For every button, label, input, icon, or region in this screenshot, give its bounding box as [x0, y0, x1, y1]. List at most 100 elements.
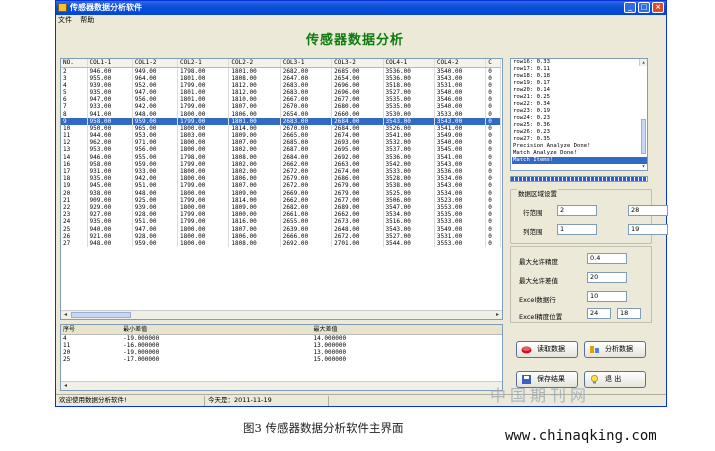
column-header[interactable]: 最大差值 [311, 325, 502, 335]
table-row[interactable]: 24 935.00 951.00 1799.00 1816.00 2655.00 2673.… [61, 218, 501, 226]
log-line[interactable]: row21: 0.25 [512, 94, 647, 101]
table-row[interactable]: 19 945.00 951.00 1799.00 1807.00 2672.00 2679.… [61, 182, 501, 190]
table-row[interactable]: 27 948.00 959.00 1800.00 1808.00 2692.00 2701.… [61, 239, 501, 247]
analyze-data-button[interactable]: 分析数据 [584, 341, 646, 358]
table-cell: 13 [61, 146, 88, 154]
precision-field[interactable]: 0.4 [587, 253, 627, 264]
table-row[interactable]: 9 958.00 959.00 1799.00 1801.00 2683.00 2684.0… [61, 117, 501, 125]
table-row[interactable]: 4 -19.000000 14.000000 [61, 334, 502, 342]
table-row[interactable]: 17 931.00 933.00 1800.00 1802.00 2672.00 2674.… [61, 167, 501, 176]
table-cell: 3535.00 [383, 96, 435, 104]
column-header[interactable]: NO. [61, 59, 88, 68]
log-line[interactable]: row26: 0.23 [512, 129, 647, 136]
column-header[interactable]: COL2-2 [228, 59, 281, 68]
log-line[interactable]: row18: 0.18 [512, 73, 647, 80]
table-cell: 0 [485, 239, 501, 247]
table-cell: 0 [485, 211, 501, 219]
scroll-left-icon[interactable]: ◂ [61, 311, 70, 319]
column-header[interactable]: COL4-1 [383, 59, 435, 68]
excel-row-field[interactable]: 10 [587, 291, 627, 302]
log-line[interactable]: row19: 0.17 [512, 80, 647, 87]
log-line[interactable]: Match Items! [512, 157, 647, 164]
log-line[interactable]: Match Analyze Done! [512, 150, 647, 157]
table-row[interactable]: 14 946.00 955.00 1798.00 1808.00 2684.00 2692.… [61, 153, 501, 161]
table-row[interactable]: 10 950.00 965.00 1800.00 1814.00 2670.00 2684.… [61, 124, 501, 132]
log-vertical-scrollbar[interactable]: ▴ ▾ [639, 59, 647, 170]
table-row[interactable]: 12 962.00 971.00 1800.00 1807.00 2685.00 2693.… [61, 139, 501, 147]
scroll-right-icon[interactable]: ▸ [493, 311, 502, 319]
excel-pos-field-b[interactable]: 18 [617, 308, 641, 319]
log-line[interactable]: row16: 0.33 [512, 59, 647, 66]
max-diff-field[interactable]: 20 [587, 272, 627, 283]
log-line[interactable]: row17: 0.11 [512, 66, 647, 73]
progress-bar [510, 176, 648, 182]
table-row[interactable]: 23 927.00 928.00 1799.00 1800.00 2661.00 2662.… [61, 211, 501, 219]
column-header[interactable]: COL3-2 [331, 59, 384, 68]
col-to-field[interactable]: 19 [628, 224, 668, 235]
table-cell: 3540.00 [434, 103, 487, 111]
table-cell: 3536.00 [434, 167, 487, 176]
column-header[interactable]: COL4-2 [434, 59, 487, 68]
scroll-thumb[interactable] [641, 119, 646, 154]
diff-result-grid[interactable]: 序号 最小差值 最大差值 4 -19.000000 14.000000 11 -16.0000… [60, 324, 503, 391]
column-header[interactable]: C [485, 59, 501, 68]
table-cell: 7 [61, 103, 88, 111]
log-line[interactable]: row23: 0.19 [512, 108, 647, 115]
table-row[interactable]: 18 935.00 942.00 1800.00 1806.00 2679.00 2686.… [61, 175, 501, 183]
table-row[interactable]: 20 938.00 948.00 1800.00 1809.00 2669.00 2679.… [61, 189, 501, 197]
log-line[interactable]: row20: 0.14 [512, 87, 647, 94]
table-row[interactable]: 13 953.00 956.00 1800.00 1802.00 2687.00 2695.… [61, 146, 501, 154]
table-row[interactable]: 16 958.00 959.00 1799.00 1802.00 2662.00 2663.… [61, 160, 501, 168]
table-row[interactable]: 20 -19.000000 13.000000 [61, 349, 502, 356]
log-line[interactable]: row22: 0.34 [512, 101, 647, 108]
table-row[interactable]: 25 -17.000000 15.000000 [61, 356, 502, 363]
column-header[interactable]: COL1-1 [87, 59, 133, 68]
column-header[interactable]: 序号 [61, 325, 122, 335]
menu-help[interactable]: 帮助 [80, 16, 94, 24]
log-line[interactable]: row24: 0.23 [512, 115, 647, 122]
maximize-button[interactable]: □ [638, 2, 650, 13]
scroll-thumb[interactable] [71, 312, 131, 318]
table-cell: 940.00 [87, 225, 133, 233]
close-button[interactable]: × [652, 2, 664, 13]
table-row[interactable]: 22 929.00 939.00 1800.00 1809.00 2682.00 2689.… [61, 203, 501, 212]
log-line[interactable]: row25: 0.36 [512, 122, 647, 129]
table-cell: 1799.00 [177, 218, 230, 226]
column-header[interactable]: COL2-1 [177, 59, 230, 68]
title-bar[interactable]: 传感器数据分析软件 _ □ × [56, 1, 666, 15]
table-row[interactable]: 4 939.00 952.00 1799.00 1812.00 2683.00 2696.0… [61, 81, 501, 89]
table-row[interactable]: 2 946.00 949.00 1798.00 1801.00 2682.00 2685.0… [61, 67, 501, 75]
log-line[interactable]: row27: 0.35 [512, 136, 647, 143]
table-row[interactable]: 7 933.00 942.00 1799.00 1807.00 2670.00 2680.0… [61, 103, 501, 111]
row-to-field[interactable]: 28 [628, 205, 668, 216]
table-row[interactable]: 8 941.00 948.00 1800.00 1806.00 2654.00 2660.0… [61, 110, 501, 118]
table-row[interactable]: 5 935.00 947.00 1801.00 1812.00 2683.00 2696.0… [61, 88, 501, 97]
table-row[interactable]: 26 921.00 928.00 1800.00 1806.00 2666.00 2672.… [61, 232, 501, 240]
table-row[interactable]: 3 955.00 964.00 1801.00 1808.00 2647.00 2654.0… [61, 74, 501, 82]
analysis-log[interactable]: row16: 0.33 row17: 0.11 row18: 0.18 row19: … [510, 58, 648, 171]
column-header[interactable]: COL3-1 [280, 59, 333, 68]
table-row[interactable]: 6 947.00 956.00 1801.00 1810.00 2667.00 2677.0… [61, 96, 501, 104]
read-data-button[interactable]: 读取数据 [516, 341, 578, 358]
column-header[interactable]: 最小差值 [121, 325, 312, 335]
table-cell: 935.00 [87, 175, 133, 183]
row-from-field[interactable]: 2 [557, 205, 597, 216]
data-grid[interactable]: NO. COL1-1 COL1-2 COL2-1 COL2-2 COL3-1 COL3-2 C… [60, 58, 503, 320]
scroll-up-icon[interactable]: ▴ [640, 59, 647, 67]
excel-pos-field-a[interactable]: 24 [587, 308, 611, 319]
scroll-left-icon[interactable]: ◂ [61, 382, 70, 390]
table-row[interactable]: 21 909.00 925.00 1799.00 1814.00 2662.00 2677.… [61, 196, 501, 204]
table-cell: 3526.00 [383, 124, 435, 132]
diff-horizontal-scrollbar[interactable]: ◂ [61, 381, 502, 390]
menu-file[interactable]: 文件 [58, 16, 72, 24]
table-row[interactable]: 11 944.00 953.00 1803.00 1809.00 2665.00 2674.… [61, 132, 501, 140]
scroll-down-icon[interactable]: ▾ [640, 163, 647, 170]
column-header[interactable]: COL1-2 [132, 59, 179, 68]
grid-horizontal-scrollbar[interactable]: ◂ ▸ [61, 310, 502, 319]
exit-button[interactable]: 退 出 [584, 371, 646, 388]
col-from-field[interactable]: 1 [557, 224, 597, 235]
table-row[interactable]: 25 940.00 947.00 1800.00 1807.00 2639.00 2648.… [61, 225, 501, 233]
table-row[interactable]: 11 -16.000000 13.000000 [61, 342, 502, 349]
log-line[interactable]: Precision Analyze Done! [512, 143, 647, 150]
minimize-button[interactable]: _ [624, 2, 636, 13]
